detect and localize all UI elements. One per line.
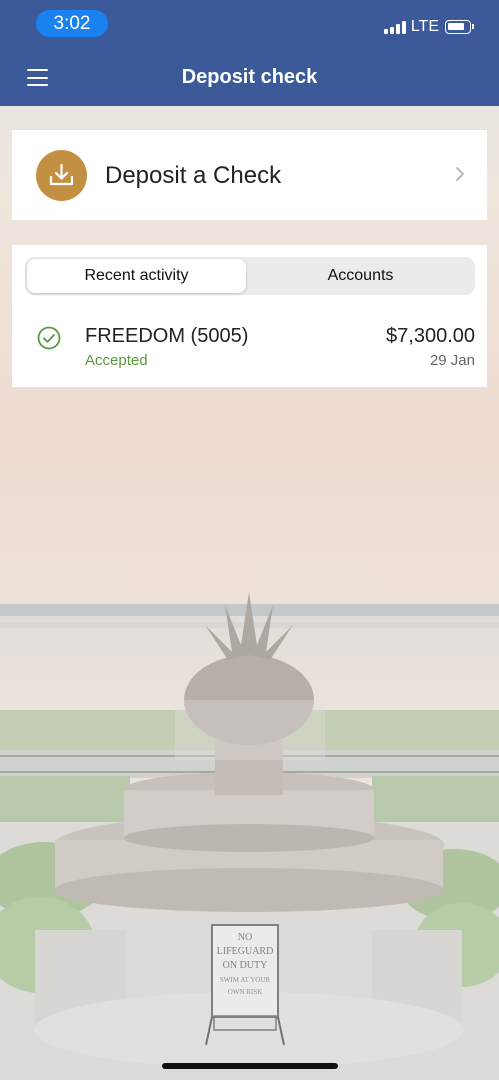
- deposit-a-check-button[interactable]: Deposit a Check: [12, 130, 487, 220]
- navigation-bar: 3:02 LTE Deposit check: [0, 0, 499, 106]
- status-time: 3:02: [36, 10, 108, 37]
- status-label: Accepted: [85, 352, 148, 369]
- segmented-control: Recent activity Accounts: [25, 257, 475, 295]
- deposit-date: 29 Jan: [429, 352, 475, 369]
- home-indicator[interactable]: [162, 1063, 338, 1069]
- page-title: Deposit check: [181, 66, 318, 88]
- network-type: LTE: [410, 18, 439, 35]
- status-indicators: LTE: [383, 17, 474, 37]
- deposit-amount: $7,300.00: [386, 325, 475, 347]
- deposit-label: Deposit a Check: [105, 162, 282, 189]
- check-circle-icon: [37, 326, 61, 350]
- download-icon: [36, 150, 87, 201]
- cellular-signal-icon: [383, 20, 406, 34]
- activity-panel: Recent activity Accounts FREEDOM (5005) …: [12, 245, 487, 387]
- activity-row[interactable]: FREEDOM (5005) Accepted $7,300.00 29 Jan: [12, 311, 487, 371]
- tab-recent-activity[interactable]: Recent activity: [27, 259, 246, 293]
- battery-icon: [445, 20, 474, 34]
- tab-accounts[interactable]: Accounts: [248, 259, 473, 293]
- account-name: FREEDOM (5005): [85, 325, 249, 347]
- chevron-right-icon: [456, 167, 464, 181]
